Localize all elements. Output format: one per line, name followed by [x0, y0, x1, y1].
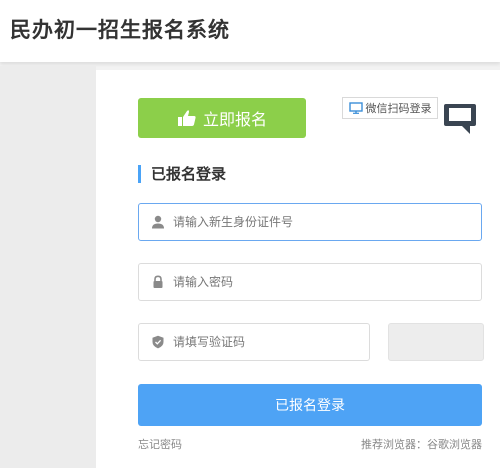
- captcha-field[interactable]: [138, 323, 370, 361]
- monitor-icon: [348, 102, 363, 114]
- forgot-password-link[interactable]: 忘记密码: [138, 436, 182, 452]
- login-button-label: 已报名登录: [275, 398, 345, 414]
- id-number-field[interactable]: [138, 203, 482, 241]
- header: 民办初一招生报名系统: [0, 0, 500, 62]
- captcha-image[interactable]: [388, 323, 484, 361]
- login-button[interactable]: 已报名登录: [138, 384, 482, 426]
- page-title: 民办初一招生报名系统: [10, 18, 230, 42]
- qr-monitor-icon[interactable]: [440, 98, 480, 138]
- wechat-login-link[interactable]: 微信扫码登录: [342, 97, 438, 119]
- login-section-title: 已报名登录: [138, 165, 226, 183]
- id-number-input[interactable]: [173, 207, 481, 237]
- browser-recommendation: 推荐浏览器：谷歌浏览器: [361, 438, 482, 451]
- register-now-button[interactable]: 立即报名: [138, 98, 306, 138]
- left-background-panel: [0, 66, 96, 468]
- password-field[interactable]: [138, 263, 482, 301]
- register-now-label: 立即报名: [202, 110, 267, 129]
- captcha-input[interactable]: [173, 327, 369, 357]
- wechat-login-label: 微信扫码登录: [365, 102, 432, 115]
- password-input[interactable]: [173, 267, 481, 297]
- thumbs-up-icon: [177, 110, 196, 126]
- user-icon: [152, 215, 164, 229]
- shield-icon: [152, 335, 164, 349]
- lock-icon: [153, 275, 163, 288]
- login-card: 立即报名 微信扫码登录 已报名登录 请输入新生身份证件号 请填写验证码 已报名登…: [96, 70, 500, 468]
